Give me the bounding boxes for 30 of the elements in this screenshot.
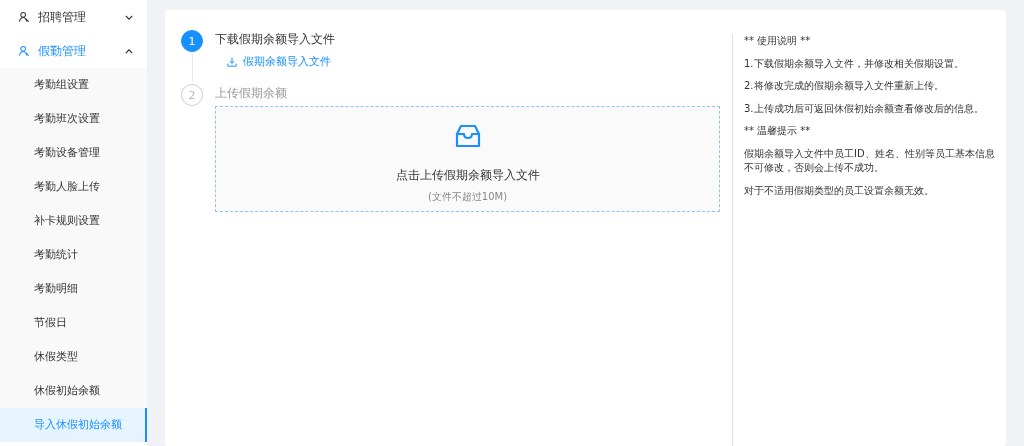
menu-item[interactable]: 补卡规则设置 <box>0 204 147 238</box>
instruction-text: 2.将修改完成的假期余额导入文件重新上传。 <box>744 79 945 93</box>
instruction-text: 3.上传成功后可返回休假初始余额查看修改后的信息。 <box>744 101 985 116</box>
menu-item[interactable]: 休假类型 <box>0 340 147 374</box>
instruction-text: 假期余额导入文件中员工ID、姓名、性别等员工基本信息不可修改，否则会上传不成功。 <box>744 146 996 175</box>
instruction-text: 对于不适用假期类型的员工设置余额无效。 <box>744 183 935 198</box>
instruction-text: ** 温馨提示 ** <box>744 124 812 138</box>
upload-label: 点击上传假期余额导入文件 <box>395 167 540 184</box>
download-icon <box>227 57 237 67</box>
menu-item[interactable]: 考勤设备管理 <box>0 136 147 170</box>
people-icon <box>18 11 30 23</box>
menu-item[interactable]: 考勤统计 <box>0 238 147 272</box>
menu-item[interactable]: 考勤班次设置 <box>0 102 147 136</box>
menu-group[interactable]: 招聘管理 <box>0 0 147 34</box>
step-title: 上传假期余额 <box>215 85 288 102</box>
people-icon <box>18 45 30 57</box>
instruction-text: 1.下载假期余额导入文件，并修改相关假期设置。 <box>744 56 965 71</box>
menu-item[interactable]: 考勤人脸上传 <box>0 170 147 204</box>
chevron-down-icon <box>125 14 133 20</box>
instruction-text: ** 使用说明 ** <box>744 34 812 48</box>
upload-dropzone[interactable]: 点击上传假期余额导入文件 (文件不超过10M) <box>215 106 720 212</box>
step-number: 1 <box>181 30 203 52</box>
menu-item[interactable]: 休假初始余额 <box>0 374 147 408</box>
menu-item[interactable]: 考勤组设置 <box>0 68 147 102</box>
menu-item[interactable]: 考勤明细 <box>0 272 147 306</box>
step-title: 下载假期余额导入文件 <box>215 31 336 48</box>
menu-item[interactable]: 节假日 <box>0 306 147 340</box>
chevron-up-icon <box>125 48 133 54</box>
inbox-icon <box>454 123 481 149</box>
upload-hint: (文件不超过10M) <box>427 190 508 204</box>
